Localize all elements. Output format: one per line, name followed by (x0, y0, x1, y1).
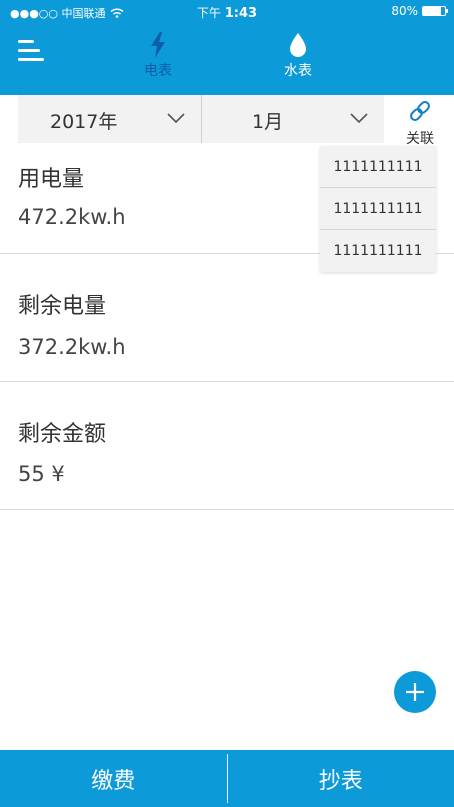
month-value: 1月 (252, 111, 284, 133)
water-drop-icon (290, 33, 306, 57)
year-select[interactable]: 2017年 (18, 95, 201, 143)
time-prefix: 下午 (196, 6, 221, 20)
menu-icon-line (18, 49, 40, 52)
dropdown-option[interactable]: 1111111111 (320, 230, 436, 272)
metric-value: 55 ¥ (18, 462, 65, 486)
metric-value: 372.2kw.h (18, 335, 126, 359)
metric-title: 剩余电量 (18, 294, 107, 319)
app-header: ●●●○○ 中国联通 下午 1:43 80% 电表 水表 (0, 0, 454, 95)
battery-percent: 80% (391, 4, 418, 18)
month-select[interactable]: 1月 (201, 95, 384, 143)
tab-water-meter[interactable]: 水表 (258, 32, 338, 80)
pay-button[interactable]: 缴费 (0, 750, 227, 807)
dropdown-option[interactable]: 1111111111 (320, 146, 436, 188)
link-icon (410, 101, 430, 121)
chevron-down-icon (350, 113, 368, 123)
bottom-action-bar: 缴费 抄表 (0, 750, 454, 807)
time-value: 1:43 (224, 6, 258, 21)
metric-remaining-power: 剩余电量 372.2kw.h (0, 254, 454, 382)
read-meter-button[interactable]: 抄表 (228, 750, 454, 807)
menu-icon-line (18, 58, 44, 61)
dropdown-option[interactable]: 1111111111 (320, 188, 436, 230)
lightning-icon (151, 32, 165, 58)
divider (226, 754, 228, 803)
meter-dropdown: 1111111111 1111111111 1111111111 (320, 146, 436, 272)
tab-electric-meter[interactable]: 电表 (118, 32, 198, 80)
plus-icon (406, 683, 424, 701)
metric-title: 用电量 (18, 167, 85, 192)
chevron-down-icon (167, 113, 185, 123)
add-button[interactable] (394, 671, 436, 713)
battery-status: 80% (391, 4, 448, 18)
filter-bar: 2017年 1月 (18, 95, 384, 143)
menu-icon-line (18, 40, 34, 43)
metric-title: 剩余金额 (18, 422, 107, 447)
link-button[interactable]: 关联 (396, 98, 444, 147)
tab-label: 水表 (284, 63, 312, 79)
metric-value: 472.2kw.h (18, 205, 126, 229)
status-bar: ●●●○○ 中国联通 下午 1:43 80% (0, 0, 454, 24)
clock: 下午 1:43 (0, 4, 454, 21)
battery-icon (422, 6, 448, 16)
year-value: 2017年 (50, 111, 118, 133)
tab-label: 电表 (144, 63, 172, 79)
metric-remaining-balance: 剩余金额 55 ¥ (0, 382, 454, 510)
menu-button[interactable] (18, 40, 46, 68)
